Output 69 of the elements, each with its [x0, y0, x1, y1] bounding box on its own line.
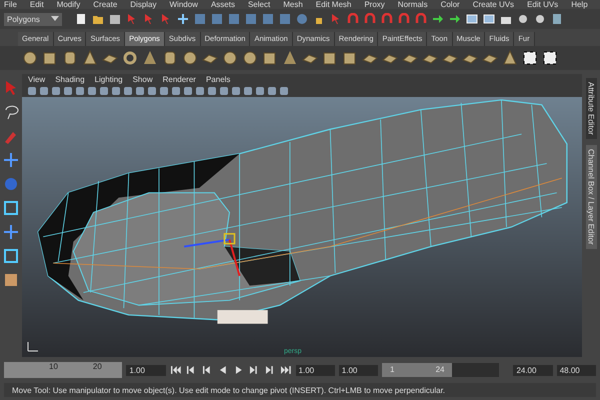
torus-icon[interactable] [122, 50, 138, 66]
sphere-icon[interactable] [242, 50, 258, 66]
mode-dropdown[interactable]: Polygons [4, 12, 62, 26]
document-icon[interactable] [75, 13, 87, 25]
menu-item[interactable]: Edit [30, 0, 44, 9]
playback-icon[interactable] [280, 365, 292, 375]
tick-label: 20 [92, 362, 102, 373]
menu-item[interactable]: Help [571, 0, 588, 9]
window-icon[interactable] [466, 13, 478, 25]
current-time-field[interactable]: 1.00 [126, 364, 166, 376]
sphere-icon[interactable] [222, 50, 238, 66]
playback-end-field[interactable]: 24.00 [513, 364, 553, 376]
cylinder-icon[interactable] [162, 50, 178, 66]
magnet-icon[interactable] [364, 13, 376, 25]
sphere-icon[interactable] [22, 50, 38, 66]
folder-icon[interactable] [92, 13, 104, 25]
cylinder-icon[interactable] [62, 50, 78, 66]
cone-icon[interactable] [82, 50, 98, 66]
menu-item[interactable]: Window [170, 0, 198, 9]
playback-icon[interactable] [170, 365, 182, 375]
pyramid-icon[interactable] [142, 50, 158, 66]
menu-item[interactable]: Color [440, 0, 460, 9]
tick-label: 10 [49, 362, 58, 373]
menu-item[interactable]: Mesh [283, 0, 303, 9]
panel-menu-item[interactable]: Renderer [162, 75, 196, 84]
menu-item[interactable]: Create UVs [472, 0, 514, 9]
menu-item[interactable]: Normals [398, 0, 428, 9]
help-line-text: Move Tool: Use manipulator to move object(s). Use edit mode to change pivot (INSERT). Ctrl+LMB to move perpendicular. [12, 386, 446, 394]
menu-item[interactable]: Edit Mesh [316, 0, 352, 9]
playback-icon[interactable] [201, 365, 213, 375]
move-icon[interactable] [177, 13, 189, 25]
arrow-icon[interactable] [449, 13, 461, 25]
menu-item[interactable]: Display [130, 0, 156, 9]
panel-menu-item[interactable]: Panels [206, 75, 230, 84]
time-ruler[interactable]: 10 20 [4, 362, 122, 378]
menu-item[interactable]: Modify [56, 0, 80, 9]
range-start-label: 1 [390, 364, 394, 376]
cone-icon[interactable] [502, 50, 518, 66]
menu-item[interactable]: Assets [210, 0, 235, 9]
sphere-icon[interactable] [182, 50, 198, 66]
menu-item[interactable]: File [4, 0, 17, 9]
pyramid-icon[interactable] [282, 50, 298, 66]
panel-menu-item[interactable]: View [28, 75, 46, 84]
start-time-field[interactable]: 1.00 [296, 364, 335, 376]
magnet-icon[interactable] [381, 13, 393, 25]
magnet-icon[interactable] [398, 13, 410, 25]
end-time-field[interactable]: 48.00 [556, 364, 596, 376]
move-icon[interactable] [3, 224, 19, 240]
magnet-icon[interactable] [347, 13, 359, 25]
move-icon[interactable] [3, 152, 19, 168]
menu-item[interactable]: Edit UVs [527, 0, 558, 9]
arrow-icon[interactable] [432, 13, 444, 25]
magnet-icon[interactable] [415, 13, 427, 25]
move-manipulator-icon[interactable] [184, 233, 241, 276]
side-tab[interactable]: Attribute Editor [586, 78, 596, 139]
panel-menu-item[interactable]: Lighting [94, 75, 123, 84]
caret-icon[interactable] [51, 16, 59, 22]
window-icon[interactable] [483, 13, 495, 25]
menu-item[interactable]: Select [248, 0, 270, 9]
axis-icon [26, 339, 40, 353]
panel-menu-item[interactable]: Shading [55, 75, 85, 84]
menu-item[interactable]: Proxy [364, 0, 385, 9]
panel-menu-item[interactable]: Show [132, 75, 153, 84]
playback-icon[interactable] [264, 365, 276, 375]
side-tab[interactable]: Channel Box / Layer Editor [586, 144, 596, 249]
menu-item[interactable]: Create [93, 0, 118, 9]
lasso-icon[interactable] [3, 104, 19, 120]
playback-start-field[interactable]: 1.00 [338, 364, 378, 376]
range-end-label: 24 [436, 364, 444, 376]
